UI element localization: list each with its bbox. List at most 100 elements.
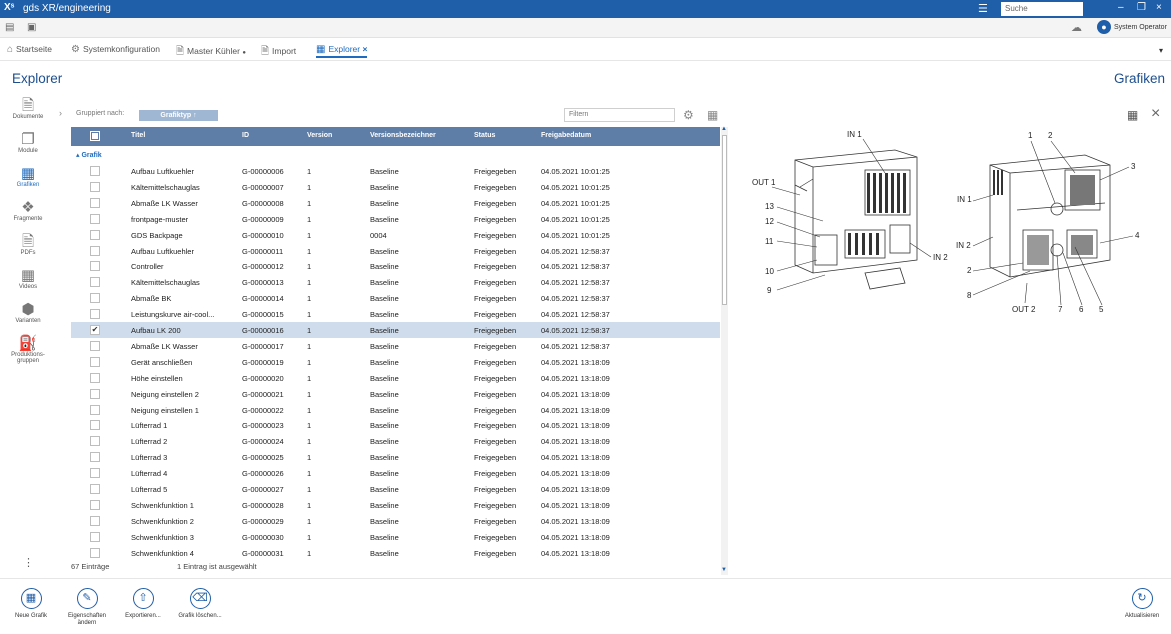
row-checkbox[interactable] [90,452,100,463]
row-checkbox[interactable] [90,372,100,383]
column-id[interactable]: ID [242,132,249,139]
row-checkbox[interactable] [90,309,100,320]
close-preview-icon[interactable]: × [1151,105,1160,123]
sidebar-item-pdfs[interactable]: 🗎 PDFs [0,234,56,257]
table-row[interactable]: Kältemittelschauglas G-00000013 1 Baseline F… [71,274,720,290]
tab-explorer[interactable]: ▦ Explorer × [316,44,368,58]
table-row[interactable]: Schwenkfunktion 1 G-00000028 1 Baseline Frei… [71,497,720,513]
column-chooser-icon[interactable]: ▦ [707,108,718,122]
row-checkbox[interactable] [90,197,100,208]
delete-graphic-button[interactable]: ⌫ Grafik löschen... [170,588,230,620]
group-chip[interactable]: Grafiktyp ↑ [139,110,218,121]
table-row[interactable]: Schwenkfunktion 3 G-00000030 1 Baseline Frei… [71,529,720,545]
cloud-icon[interactable]: ☁ [1071,21,1082,34]
row-checkbox[interactable] [90,436,100,447]
expand-chevron-icon[interactable]: › [59,108,62,118]
table-row[interactable]: Schwenkfunktion 4 G-00000031 1 Baseline Frei… [71,545,720,561]
table-row[interactable]: frontpage-muster G-00000009 1 Baseline Freig… [71,211,720,227]
cell-status: Freigegeben [474,310,517,320]
table-row[interactable]: GDS Backpage G-00000010 1 0004 Freigegeben 04… [71,227,720,243]
row-checkbox[interactable] [90,181,100,192]
export-button[interactable]: ⇧ Exportieren... [113,588,173,620]
row-checkbox[interactable] [90,340,100,351]
row-checkbox[interactable] [90,484,100,494]
user-avatar-icon[interactable]: ● [1097,20,1111,34]
scrollbar-thumb[interactable] [722,135,727,305]
row-checkbox[interactable]: ✔ [90,325,100,335]
tab-overflow-icon[interactable]: ▾ [1159,46,1163,55]
table-row[interactable]: Lüfterrad 3 G-00000025 1 Baseline Freigegebe… [71,449,720,465]
select-all-checkbox[interactable] [90,131,100,141]
close-window-icon[interactable]: × [1156,2,1162,13]
grid-view-icon[interactable]: ▤ [5,22,14,33]
row-checkbox[interactable] [90,499,100,510]
sidebar-item-module[interactable]: ❐ Module [0,132,56,155]
tab-import[interactable]: 🗎 Import [261,44,296,58]
table-row[interactable]: ✔ Aufbau LK 200 G-00000016 1 Baseline Freigeg… [71,322,720,338]
scroll-down-icon[interactable]: ▼ [721,567,727,573]
window-view-icon[interactable]: ▣ [27,22,36,33]
table-row[interactable]: Lüfterrad 1 G-00000023 1 Baseline Freigegebe… [71,417,720,433]
refresh-button[interactable]: ↻ Aktualisieren [1112,588,1171,620]
table-row[interactable]: Gerät anschließen G-00000019 1 Baseline Frei… [71,354,720,370]
column-version[interactable]: Version [307,132,332,139]
sidebar-item-dokumente[interactable]: 🗎 Dokumente [0,98,56,121]
sidebar-item-produktionsgruppen[interactable]: ⛽ Produktions-gruppen [0,336,56,365]
table-row[interactable]: Leistungskurve air-cool... G-00000015 1 Bas… [71,306,720,322]
group-header[interactable]: ▴ Grafik [76,151,102,159]
table-row[interactable]: Neigung einstellen 2 G-00000021 1 Baseline F… [71,386,720,402]
row-checkbox[interactable] [90,213,100,224]
column-title[interactable]: Titel [131,132,145,139]
row-checkbox[interactable] [90,229,100,240]
minimize-icon[interactable]: – [1118,2,1124,13]
row-checkbox[interactable] [90,468,100,479]
column-status[interactable]: Status [474,132,495,139]
new-graphic-button[interactable]: ▦ Neue Grafik [1,588,61,620]
table-row[interactable]: Lüfterrad 5 G-00000027 1 Baseline Freigegebe… [71,481,720,497]
row-checkbox[interactable] [90,261,100,272]
edit-properties-button[interactable]: ✎ Eigenschaften ändern [57,588,117,627]
column-version-label[interactable]: Versionsbezeichner [370,132,436,139]
search-input[interactable]: Suche [1001,2,1083,16]
table-row[interactable]: Schwenkfunktion 2 G-00000029 1 Baseline Frei… [71,513,720,529]
table-row[interactable]: Höhe einstellen G-00000020 1 Baseline Freige… [71,370,720,386]
table-row[interactable]: Abmaße BK G-00000014 1 Baseline Freigegeben 0… [71,290,720,306]
table-row[interactable]: Aufbau Luftkuehler G-00000006 1 Baseline Fre… [71,163,720,179]
table-row[interactable]: Lüfterrad 4 G-00000026 1 Baseline Freigegebe… [71,465,720,481]
column-release-date[interactable]: Freigabedatum [541,132,591,139]
sidebar-item-fragmente[interactable]: ❖ Fragmente [0,200,56,223]
filter-input[interactable]: Filtern [564,108,675,122]
tab-systemkonfiguration[interactable]: ⚙ Systemkonfiguration [71,44,160,58]
row-checkbox[interactable] [90,356,100,367]
scroll-up-icon[interactable]: ▲ [721,126,727,132]
row-checkbox[interactable] [90,404,100,415]
menu-icon[interactable]: ☰ [978,2,988,15]
row-checkbox[interactable] [90,388,100,399]
row-checkbox[interactable] [90,531,100,542]
table-row[interactable]: Abmaße LK Wasser G-00000008 1 Baseline Freig… [71,195,720,211]
more-icon[interactable]: ⋮ [23,556,34,569]
user-name[interactable]: System Operator [1114,24,1167,31]
row-checkbox[interactable] [90,277,100,288]
table-row[interactable]: Kältemittelschauglas G-00000007 1 Baseline F… [71,179,720,195]
sidebar-item-varianten[interactable]: ⬢ Varianten [0,302,56,325]
close-tab-icon[interactable]: × [362,44,367,54]
table-row[interactable]: Controller G-00000012 1 Baseline Freigegeben… [71,258,720,274]
row-checkbox[interactable] [90,245,100,256]
table-row[interactable]: Neigung einstellen 1 G-00000022 1 Baseline F… [71,402,720,418]
settings-gear-icon[interactable]: ⚙ [683,108,694,122]
table-row[interactable]: Aufbau Luftkuehler G-00000011 1 Baseline Fre… [71,243,720,259]
row-checkbox[interactable] [90,547,100,558]
row-checkbox[interactable] [90,166,100,176]
tab-startseite[interactable]: ⌂ Startseite [7,44,52,58]
row-checkbox[interactable] [90,420,100,431]
tab-master-kuehler[interactable]: 🗎 Master Kühler ● [176,44,246,58]
row-checkbox[interactable] [90,515,100,526]
table-row[interactable]: Abmaße LK Wasser G-00000017 1 Baseline Freig… [71,338,720,354]
table-row[interactable]: Lüfterrad 2 G-00000024 1 Baseline Freigegebe… [71,433,720,449]
restore-icon[interactable]: ❐ [1137,2,1146,13]
sidebar-item-grafiken[interactable]: ▦ Grafiken [0,166,56,189]
sidebar-item-videos[interactable]: ▦ Videos [0,268,56,291]
row-checkbox[interactable] [90,293,100,304]
grid-layout-icon[interactable]: ▦ [1127,108,1138,122]
